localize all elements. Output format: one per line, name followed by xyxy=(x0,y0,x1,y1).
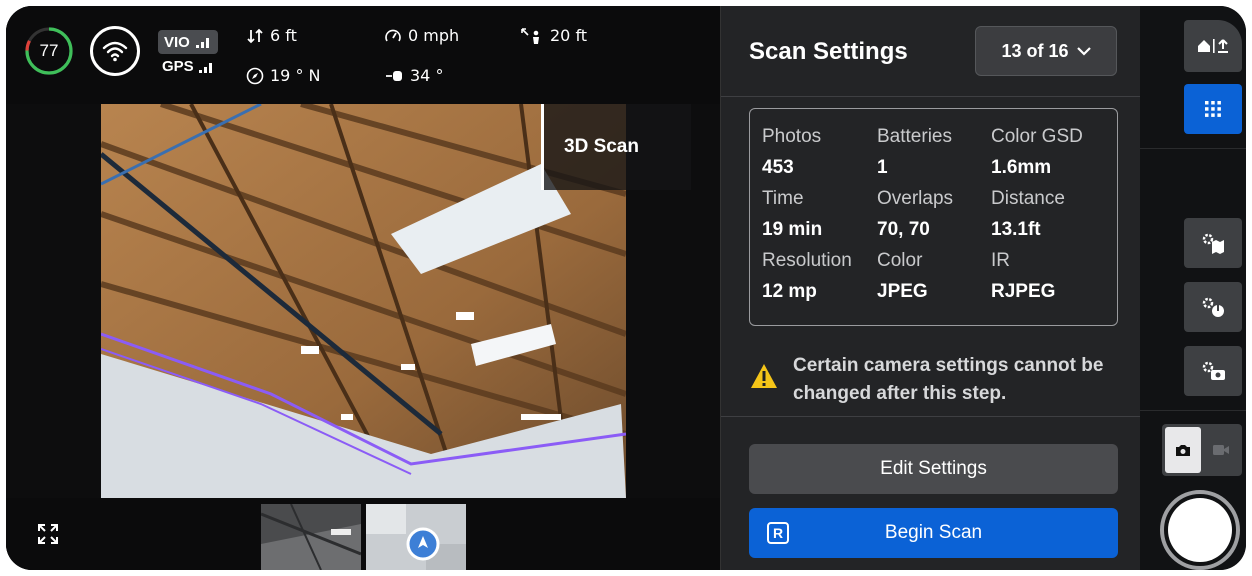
obstacle-settings-button[interactable] xyxy=(1184,282,1242,332)
edit-settings-button[interactable]: Edit Settings xyxy=(749,444,1118,494)
summary-label: Color GSD xyxy=(991,126,1083,147)
photo-mode-icon[interactable] xyxy=(1165,427,1201,473)
panel-title: Scan Settings xyxy=(749,38,908,65)
scan-mode-label: 3D Scan xyxy=(541,104,691,190)
video-mode-icon[interactable] xyxy=(1203,427,1239,473)
summary-value: 13.1ft xyxy=(991,219,1041,240)
gimbal-icon xyxy=(386,70,402,81)
vio-label: VIO xyxy=(164,33,190,51)
summary-value: 70, 70 xyxy=(877,219,930,240)
gps-signal-icon xyxy=(198,62,212,73)
summary-label: IR xyxy=(991,250,1010,271)
summary-value: RJPEG xyxy=(991,281,1056,302)
warning-text: Certain camera settings cannot be change… xyxy=(793,355,1104,404)
speed-value: 0 mph xyxy=(408,26,460,45)
grid-menu-button[interactable] xyxy=(1184,84,1242,134)
chevron-down-icon xyxy=(1076,47,1091,56)
map-thumbnail[interactable] xyxy=(366,504,466,570)
step-selector[interactable]: 13 of 16 xyxy=(975,26,1117,76)
camera-settings-button[interactable] xyxy=(1184,346,1242,396)
home-return-icon xyxy=(1198,39,1228,53)
summary-label: Photos xyxy=(762,126,822,147)
summary-label: Color xyxy=(877,250,923,271)
warning-icon xyxy=(751,364,777,388)
scan-settings-panel: Scan Settings 13 of 16 Photos 453 Batter… xyxy=(720,6,1141,570)
speed-readout: 0 mph xyxy=(384,26,459,45)
vio-signal-icon xyxy=(195,38,209,48)
gps-indicator: GPS xyxy=(162,58,215,75)
summary-value: 453 xyxy=(762,157,794,178)
wifi-icon[interactable] xyxy=(90,26,140,76)
heading-value: 19 ° N xyxy=(270,66,321,85)
settings-map-icon xyxy=(1202,233,1224,254)
begin-scan-button[interactable]: R Begin Scan xyxy=(749,508,1118,558)
warning-message: Certain camera settings cannot be change… xyxy=(749,352,1129,408)
settings-camera-icon xyxy=(1202,361,1225,380)
gimbal-readout: 34 ° xyxy=(384,66,443,85)
battery-indicator[interactable]: 77 xyxy=(24,26,74,76)
summary-value: 1.6mm xyxy=(991,157,1052,178)
home-return-button[interactable] xyxy=(1184,20,1242,72)
grid-icon xyxy=(1205,101,1221,117)
map-settings-button[interactable] xyxy=(1184,218,1242,268)
summary-label: Distance xyxy=(991,188,1065,209)
settings-obstacle-icon xyxy=(1202,297,1224,317)
summary-label: Batteries xyxy=(877,126,952,147)
altitude-readout: 6 ft xyxy=(246,26,297,45)
shutter-inner xyxy=(1168,498,1232,562)
home-distance-readout: 20 ft xyxy=(520,26,587,45)
camera-view: 77 VIO GPS 6 ft 19 ° N 0 mph 34 ° 20 ft … xyxy=(6,6,720,570)
altitude-value: 6 ft xyxy=(270,26,297,45)
begin-scan-label: Begin Scan xyxy=(884,522,983,543)
home-distance-icon xyxy=(521,27,539,44)
telemetry-bar: 77 VIO GPS 6 ft 19 ° N 0 mph 34 ° 20 ft xyxy=(6,6,720,104)
right-sidebar xyxy=(1140,6,1246,570)
home-distance-value: 20 ft xyxy=(550,26,588,45)
divider xyxy=(721,416,1141,417)
divider xyxy=(721,96,1141,97)
summary-label: Resolution xyxy=(762,250,852,271)
expand-icon[interactable] xyxy=(36,522,60,546)
summary-value: 19 min xyxy=(762,219,823,240)
step-label: 13 of 16 xyxy=(1001,40,1069,61)
battery-percent: 77 xyxy=(39,41,59,60)
speedometer-icon xyxy=(385,29,401,41)
shutter-button[interactable] xyxy=(1160,490,1240,570)
summary-value: 1 xyxy=(877,157,888,178)
divider xyxy=(1140,410,1246,411)
summary-value: 12 mp xyxy=(762,281,817,302)
divider xyxy=(1140,148,1246,149)
secondary-camera-thumbnail[interactable] xyxy=(261,504,361,570)
vio-badge: VIO xyxy=(158,30,218,54)
heading-readout: 19 ° N xyxy=(246,66,321,85)
drone-app: 77 VIO GPS 6 ft 19 ° N 0 mph 34 ° 20 ft … xyxy=(6,6,1246,570)
r-key-icon: R xyxy=(767,522,789,544)
capture-mode-toggle[interactable] xyxy=(1162,424,1242,476)
summary-label: Overlaps xyxy=(877,188,954,209)
scan-summary-box: Photos 453 Batteries 1 Color GSD 1.6mm T… xyxy=(749,108,1118,326)
summary-value: JPEG xyxy=(877,281,928,302)
gps-label: GPS xyxy=(162,58,194,75)
altitude-icon xyxy=(247,28,263,43)
compass-icon xyxy=(246,67,264,84)
gimbal-value: 34 ° xyxy=(410,66,444,85)
summary-label: Time xyxy=(762,188,804,209)
camera-bottom-bar xyxy=(6,498,720,570)
